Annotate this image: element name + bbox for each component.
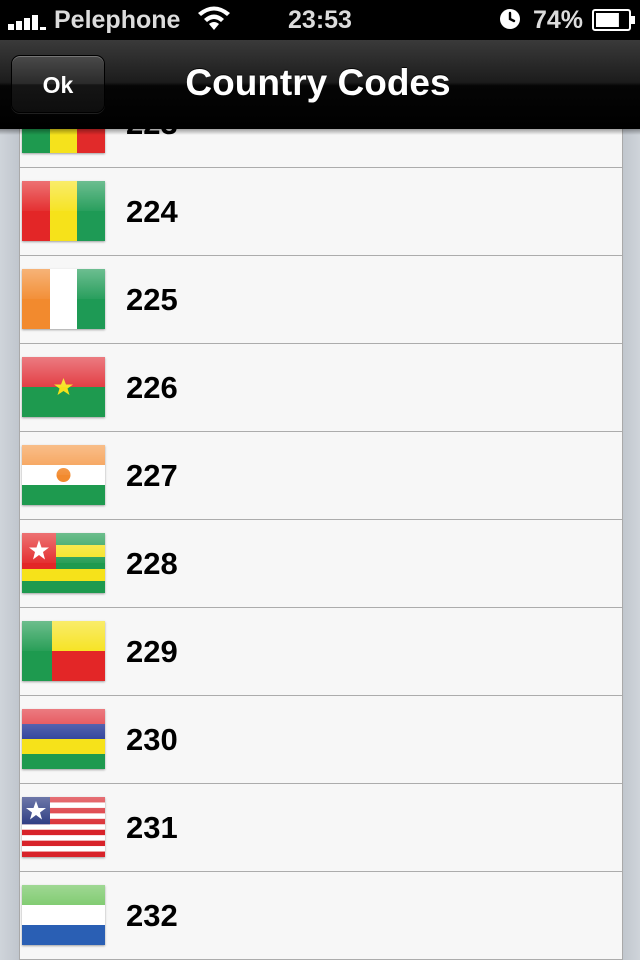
country-code: 225 <box>126 282 178 317</box>
list-item[interactable]: 231 <box>20 784 622 872</box>
country-code: 229 <box>126 634 178 669</box>
country-code: 232 <box>126 898 178 933</box>
country-code: 226 <box>126 370 178 405</box>
country-code: 228 <box>126 546 178 581</box>
flag-niger-icon <box>22 445 105 505</box>
flag-benin-icon <box>22 621 105 681</box>
list-item[interactable]: 226 <box>20 344 622 432</box>
flag-ivory-coast-icon <box>22 269 105 329</box>
flag-sierra-leone-icon <box>22 885 105 945</box>
flag-togo-icon <box>22 533 105 593</box>
country-code: 230 <box>126 722 178 757</box>
flag-guinea-icon <box>22 181 105 241</box>
status-bar: Pelephone 23:53 74% <box>0 0 640 40</box>
country-code-list[interactable]: 223224225226227228229230231232 <box>0 129 640 960</box>
battery-percent: 74% <box>533 6 584 34</box>
clock-icon <box>500 9 520 29</box>
list-item[interactable]: 227 <box>20 432 622 520</box>
navigation-bar: Country Codes Ok <box>0 40 640 129</box>
screen: Pelephone 23:53 74% Country Codes Ok 223… <box>0 0 640 960</box>
list-item[interactable]: 224 <box>20 168 622 256</box>
list-item[interactable]: 228 <box>20 520 622 608</box>
country-code: 224 <box>126 194 178 229</box>
flag-mauritius-icon <box>22 709 105 769</box>
flag-liberia-icon <box>22 797 105 857</box>
flag-burkina-faso-icon <box>22 357 105 417</box>
list-item[interactable]: 230 <box>20 696 622 784</box>
country-code: 227 <box>126 458 178 493</box>
nav-shadow <box>0 129 640 135</box>
country-code: 231 <box>126 810 178 845</box>
list-item[interactable]: 229 <box>20 608 622 696</box>
list-item[interactable]: 232 <box>20 872 622 960</box>
battery-icon <box>592 9 635 31</box>
country-code-table: 223224225226227228229230231232 <box>19 129 623 960</box>
list-item[interactable]: 225 <box>20 256 622 344</box>
ok-button[interactable]: Ok <box>11 55 105 113</box>
